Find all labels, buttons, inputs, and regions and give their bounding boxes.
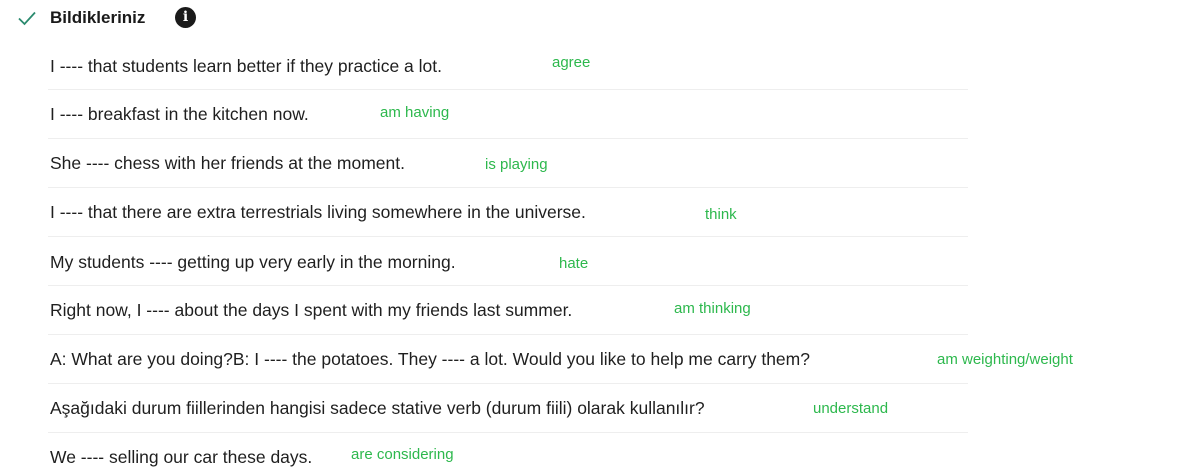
question-text: I ---- that there are extra terrestrials… xyxy=(50,202,586,222)
answer-text: am thinking xyxy=(674,300,751,317)
divider xyxy=(48,334,968,335)
divider xyxy=(48,138,968,139)
question-text: Aşağıdaki durum fiillerinden hangisi sad… xyxy=(50,398,705,418)
question-text: My students ---- getting up very early i… xyxy=(50,252,456,272)
divider xyxy=(48,89,968,90)
divider xyxy=(48,236,968,237)
question-text: She ---- chess with her friends at the m… xyxy=(50,153,405,173)
answer-text: agree xyxy=(552,54,591,71)
divider xyxy=(48,285,968,286)
divider xyxy=(48,432,968,433)
divider xyxy=(48,383,968,384)
answer-text: understand xyxy=(813,400,889,417)
answer-text: is playing xyxy=(485,156,548,173)
question-text: Right now, I ---- about the days I spent… xyxy=(50,300,573,320)
question-text: I ---- breakfast in the kitchen now. xyxy=(50,104,309,124)
answer-text: am having xyxy=(380,104,450,121)
answer-text: am weighting/weight xyxy=(937,351,1073,368)
check-icon xyxy=(18,11,36,26)
info-icon[interactable]: i xyxy=(175,7,196,28)
answer-text: think xyxy=(705,206,737,223)
question-text: I ---- that students learn better if the… xyxy=(50,56,442,76)
question-text: A: What are you doing?B: I ---- the pota… xyxy=(50,349,810,369)
answer-text: are considering xyxy=(351,446,454,463)
question-text: We ---- selling our car these days. xyxy=(50,447,313,467)
answer-text: hate xyxy=(559,255,589,272)
section-title: Bildikleriniz xyxy=(50,8,146,27)
divider xyxy=(48,187,968,188)
